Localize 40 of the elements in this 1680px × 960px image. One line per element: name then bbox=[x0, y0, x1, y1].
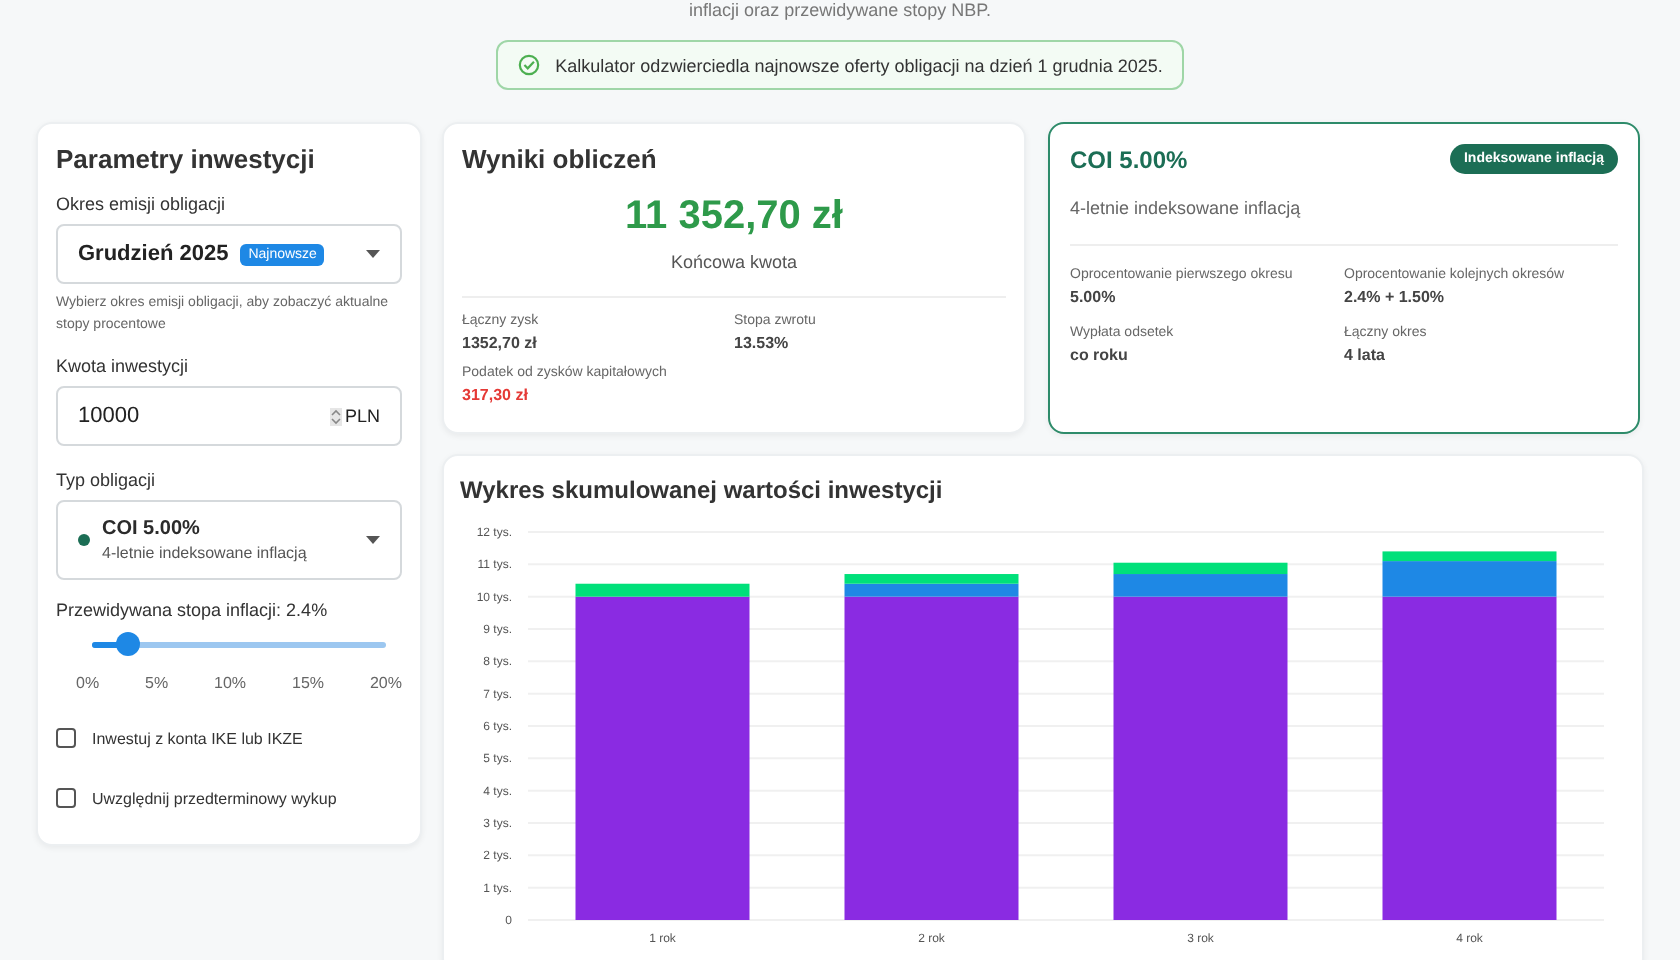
final-amount: 11 352,70 zł bbox=[623, 194, 845, 240]
check-circle-icon bbox=[517, 54, 540, 76]
status-dot-icon bbox=[78, 534, 90, 546]
detail-value: 5.00% bbox=[1070, 288, 1118, 306]
detail-value: co roku bbox=[1070, 346, 1130, 364]
detail-value: 4 lata bbox=[1344, 346, 1387, 364]
notice-text: Kalkulator odzwierciedla najnowsze oferty obligacji na dzień 1 grudnia 2025. bbox=[555, 55, 1163, 75]
field-label: Typ obligacji bbox=[56, 470, 158, 490]
final-amount-label: Końcowa kwota bbox=[668, 252, 800, 272]
tick-label: 10% bbox=[214, 674, 247, 692]
tick-label: 0% bbox=[76, 674, 100, 692]
tick-label: 20% bbox=[369, 674, 402, 692]
tick-label: 5% bbox=[145, 674, 169, 692]
checkbox-label: Uwzględnij przedterminowy wykup bbox=[92, 789, 337, 807]
caret-icon bbox=[366, 536, 380, 544]
spinner-icon bbox=[330, 407, 343, 425]
field-label: Okres emisji obligacji bbox=[56, 194, 228, 214]
caret-icon bbox=[366, 250, 380, 258]
slider-thumb[interactable] bbox=[115, 632, 140, 656]
detail-value: 2.4% + 1.50% bbox=[1344, 288, 1447, 306]
field-label: Kwota inwestycji bbox=[56, 356, 191, 376]
stat-value: 1352,70 zł bbox=[462, 334, 539, 352]
stat-value: 13.53% bbox=[734, 334, 791, 352]
checkbox[interactable] bbox=[56, 788, 76, 808]
checkbox[interactable] bbox=[56, 728, 76, 748]
checkbox-label: Inwestuj z konta IKE lub IKZE bbox=[92, 729, 303, 747]
bond-name: COI 5.00% bbox=[102, 518, 202, 540]
chart-title: Wykres skumulowanej wartości inwestycji bbox=[458, 476, 945, 504]
section-title: Wyniki obliczeń bbox=[462, 144, 659, 174]
bond-subtitle: 4-letnie indeksowane inflacją bbox=[1070, 198, 1303, 218]
bond-type-select[interactable]: COI 5.00% 4-letnie indeksowane inflacją bbox=[56, 500, 402, 580]
stat-value: 317,30 zł bbox=[462, 386, 530, 404]
inflation-label: Przewidywana stopa inflacji: 2.4% bbox=[56, 600, 330, 620]
section-title: Parametry inwestycji bbox=[56, 144, 317, 174]
bond-title: COI 5.00% bbox=[1070, 145, 1188, 173]
intro-text: inflacji oraz przewidywane stopy NBP. bbox=[689, 0, 991, 20]
tick-label: 15% bbox=[292, 674, 325, 692]
amount-field[interactable]: 10000 PLN bbox=[56, 386, 402, 446]
bond-description: 4-letnie indeksowane inflacją bbox=[102, 544, 309, 562]
unit-label: PLN bbox=[344, 406, 380, 426]
